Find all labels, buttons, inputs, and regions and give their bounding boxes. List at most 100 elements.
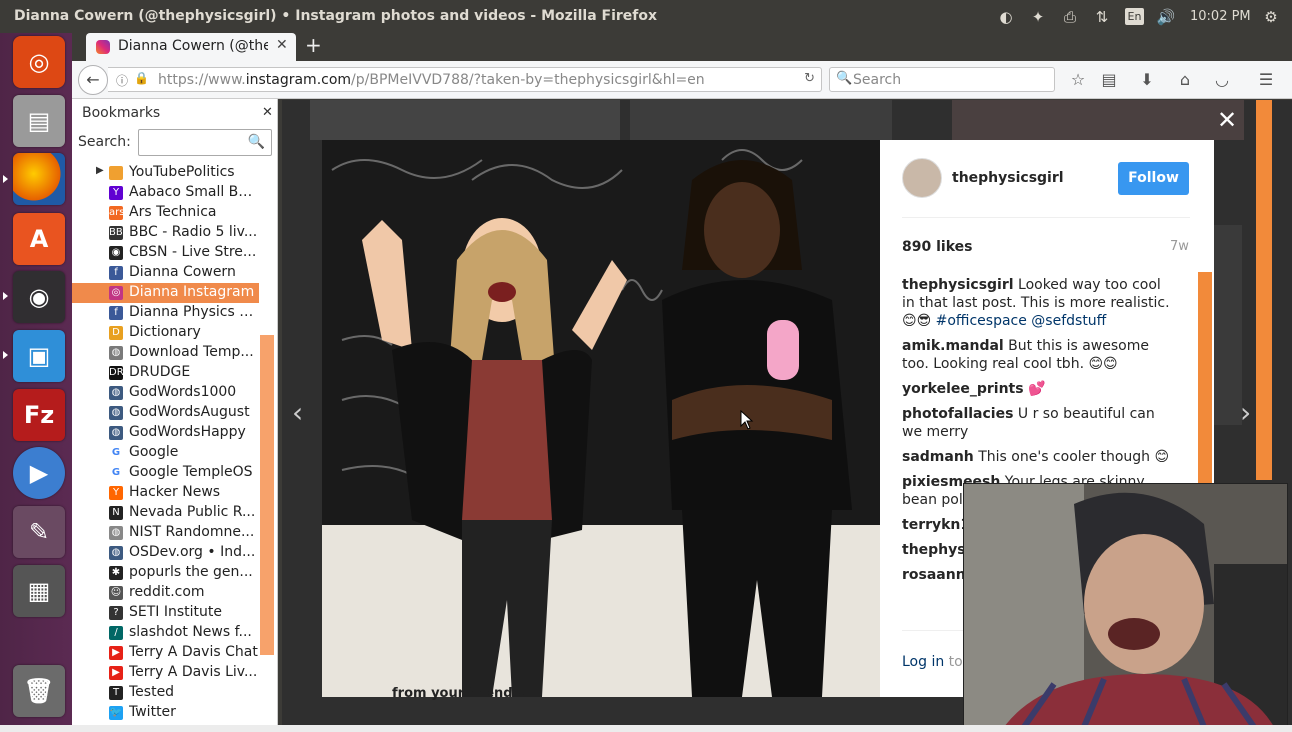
globe-icon: ◍: [109, 426, 123, 440]
bookmark-item[interactable]: ▶ Terry A Davis Liv...: [72, 663, 260, 683]
bookmark-item[interactable]: T Tested: [72, 683, 260, 703]
bookmark-item[interactable]: BBC BBC - Radio 5 liv...: [72, 223, 260, 243]
bookmark-item[interactable]: ◍ NIST Randomne...: [72, 523, 260, 543]
search-icon: 🔍: [247, 134, 265, 150]
bookmark-item[interactable]: / slashdot News f...: [72, 623, 260, 643]
post-username[interactable]: thephysicsgirl: [952, 170, 1064, 186]
bookmark-item[interactable]: ◍ OSDev.org • Ind...: [72, 543, 260, 563]
bookmark-item[interactable]: D Dictionary: [72, 323, 260, 343]
comments-scrollbar[interactable]: [1198, 272, 1212, 484]
bookmark-item[interactable]: ◍ GodWordsAugust: [72, 403, 260, 423]
comment-text: This one's cooler though 😊: [973, 449, 1170, 465]
page-scrollbar[interactable]: [1256, 100, 1272, 480]
trash-icon[interactable]: 🗑: [13, 665, 65, 717]
bookmark-item[interactable]: Y Hacker News: [72, 483, 260, 503]
bookmark-item[interactable]: Y Aabaco Small Bu...: [72, 183, 260, 203]
ycombinator-icon: Y: [109, 486, 123, 500]
bookmark-item[interactable]: N Nevada Public R...: [72, 503, 260, 523]
sidebar-title: Bookmarks: [82, 105, 161, 121]
url-bar[interactable]: ⓘ 🔒 https://www.instagram.com/p/BPMeIVVD…: [108, 67, 822, 92]
post-age[interactable]: 7w: [1170, 239, 1189, 254]
reader-list-icon[interactable]: ▤: [1099, 70, 1119, 90]
bookmark-item[interactable]: ◉ CBSN - Live Stre...: [72, 243, 260, 263]
volume-icon[interactable]: 🔊: [1155, 6, 1177, 28]
bookmark-star-icon[interactable]: ☆: [1068, 70, 1088, 90]
firefox-icon[interactable]: [13, 153, 65, 205]
comment-username[interactable]: terrykn1: [902, 517, 970, 533]
lock-icon[interactable]: 🔒: [134, 71, 149, 85]
filezilla-icon[interactable]: Fz: [13, 389, 65, 441]
bookmark-label: Terry A Davis Liv...: [129, 664, 258, 680]
tab-instagram[interactable]: Dianna Cowern (@thep ✕: [86, 33, 296, 62]
downloads-icon[interactable]: ⬇: [1137, 70, 1157, 90]
login-link[interactable]: Log in: [902, 654, 944, 670]
next-post-arrow[interactable]: ›: [1240, 396, 1251, 429]
bookmark-item[interactable]: f Dianna Cowern: [72, 263, 260, 283]
comment-username[interactable]: yorkelee_prints: [902, 381, 1024, 397]
comment-username[interactable]: thephysicsgirl: [902, 277, 1014, 293]
post-photo[interactable]: [322, 140, 880, 697]
bookmark-item[interactable]: ▶ YouTubePolitics: [72, 163, 260, 183]
login-prompt-rest: to: [944, 654, 963, 670]
bookmark-item[interactable]: G Google TempleOS: [72, 463, 260, 483]
new-tab-button[interactable]: +: [305, 33, 322, 57]
bookmark-item[interactable]: ✱ popurls the gen...: [72, 563, 260, 583]
sidebar-scrollbar[interactable]: [260, 335, 274, 655]
home-icon[interactable]: ⌂: [1175, 70, 1195, 90]
url-text[interactable]: https://www.instagram.com/p/BPMeIVVD788/…: [158, 72, 705, 88]
media-player-icon[interactable]: ▶: [13, 447, 65, 499]
search-input[interactable]: 🔍 Search: [829, 67, 1055, 92]
bookmark-item[interactable]: ◍ GodWords1000: [72, 383, 260, 403]
obs-tray-icon[interactable]: ◐: [995, 6, 1017, 28]
previous-post-arrow[interactable]: ‹: [292, 396, 303, 429]
comment-username[interactable]: photofallacies: [902, 406, 1013, 422]
comment-username[interactable]: sadmanh: [902, 449, 974, 465]
software-center-icon[interactable]: A: [13, 213, 65, 265]
avatar[interactable]: [902, 158, 942, 198]
facebook-icon: f: [109, 306, 123, 320]
comment: photofallacies U r so beautiful can we m…: [902, 405, 1172, 441]
text-editor-icon[interactable]: ✎: [13, 506, 65, 558]
bookmark-item[interactable]: ◍ Download Temp...: [72, 343, 260, 363]
follow-button[interactable]: Follow: [1118, 162, 1189, 195]
reddit-icon: ☺: [109, 586, 123, 600]
comment-username[interactable]: amik.mandal: [902, 338, 1004, 354]
gear-icon[interactable]: ⚙: [1260, 6, 1282, 28]
close-icon[interactable]: ✕: [276, 37, 288, 53]
comment-username[interactable]: thephysi: [902, 542, 970, 558]
close-icon[interactable]: ✕: [262, 105, 273, 120]
info-icon[interactable]: ⓘ: [116, 72, 128, 89]
calculator-icon[interactable]: ▦: [13, 565, 65, 617]
network-icon[interactable]: ⇅: [1091, 6, 1113, 28]
navigation-toolbar: ← ⓘ 🔒 https://www.instagram.com/p/BPMeIV…: [72, 61, 1292, 99]
seti-icon: ?: [109, 606, 123, 620]
bookmark-item[interactable]: ☺ reddit.com: [72, 583, 260, 603]
menu-icon[interactable]: ☰: [1256, 70, 1276, 90]
likes-count[interactable]: 890 likes: [902, 239, 972, 255]
ubuntu-dash-icon[interactable]: ◎: [13, 36, 65, 88]
keyboard-layout-indicator[interactable]: En: [1125, 8, 1144, 25]
bookmark-item[interactable]: ◎ Dianna Instagram: [72, 283, 259, 303]
expand-arrow-icon[interactable]: ▶: [96, 165, 104, 176]
bookmark-item[interactable]: f Dianna Physics Girl: [72, 303, 260, 323]
back-button[interactable]: ←: [78, 65, 108, 95]
printer-icon[interactable]: ⎙: [1059, 6, 1081, 28]
pocket-icon[interactable]: ◡: [1212, 70, 1232, 90]
workspace-switcher-icon[interactable]: ▣: [13, 330, 65, 382]
obs-icon[interactable]: ◉: [13, 271, 65, 323]
close-modal-button[interactable]: ✕: [1217, 106, 1237, 134]
bookmark-item[interactable]: ◍ GodWordsHappy: [72, 423, 260, 443]
bookmark-item[interactable]: G Google: [72, 443, 260, 463]
files-icon[interactable]: ▤: [13, 95, 65, 147]
bookmark-item[interactable]: 🐦 Twitter: [72, 703, 260, 723]
bookmark-item[interactable]: DR DRUDGE: [72, 363, 260, 383]
reload-icon[interactable]: ↻: [804, 71, 815, 86]
dropbox-icon[interactable]: ✦: [1027, 6, 1049, 28]
globe-icon: ◍: [109, 406, 123, 420]
bookmark-item[interactable]: ars Ars Technica: [72, 203, 260, 223]
bookmark-item[interactable]: ? SETI Institute: [72, 603, 260, 623]
bookmark-item[interactable]: ▶ Terry A Davis Chat: [72, 643, 260, 663]
bookmark-search-input[interactable]: 🔍: [138, 129, 272, 156]
comment-tags[interactable]: #officespace @sefdstuff: [936, 313, 1107, 329]
clock[interactable]: 10:02 PM: [1190, 9, 1251, 24]
